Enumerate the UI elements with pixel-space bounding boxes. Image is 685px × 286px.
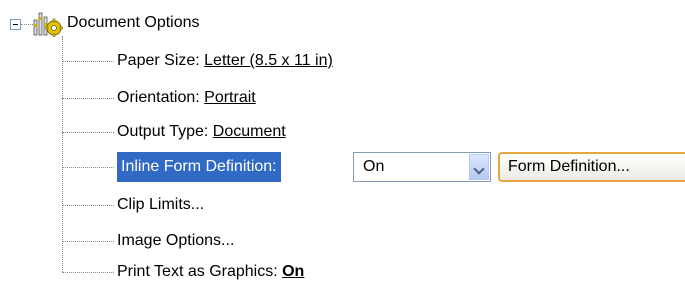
tree-connector (62, 167, 114, 168)
tree-connector (62, 132, 114, 133)
orientation-label: Orientation: (117, 89, 205, 106)
tree-vertical-line (62, 36, 63, 272)
tree-item-paper-size[interactable]: Paper Size: Letter (8.5 x 11 in) (117, 48, 333, 74)
collapse-toggle-icon[interactable] (10, 19, 21, 30)
tree-connector (62, 241, 114, 242)
tree-item-clip-limits[interactable]: Clip Limits... (117, 192, 204, 218)
tree-item-image-options[interactable]: Image Options... (117, 228, 234, 254)
tree-root-label[interactable]: Document Options (67, 12, 200, 34)
print-text-as-graphics-label: Print Text as Graphics: (117, 263, 283, 280)
print-text-as-graphics-value-link[interactable]: On (282, 263, 304, 280)
inline-form-definition-value: On (363, 158, 385, 175)
tree-connector (62, 205, 114, 206)
tree-connector (62, 272, 114, 273)
tree-item-output-type[interactable]: Output Type: Document (117, 119, 286, 145)
paper-size-value-link[interactable]: Letter (8.5 x 11 in) (204, 52, 333, 69)
tree-connector (62, 98, 114, 99)
tree-item-print-text-as-graphics[interactable]: Print Text as Graphics: On (117, 259, 304, 285)
tree-connector (21, 24, 33, 25)
document-options-tree: Document Options Paper Size: Letter (8.5… (0, 0, 685, 286)
paper-size-label: Paper Size: (117, 52, 205, 69)
inline-form-definition-select[interactable]: On (353, 152, 491, 182)
tree-connector (62, 61, 114, 62)
tree-item-orientation[interactable]: Orientation: Portrait (117, 85, 256, 111)
document-options-icon (33, 12, 63, 37)
tree-item-inline-form-definition[interactable]: Inline Form Definition: (117, 152, 281, 182)
chevron-down-icon[interactable] (469, 154, 489, 180)
output-type-value-link[interactable]: Document (213, 123, 286, 140)
form-definition-button[interactable]: Form Definition... (498, 152, 685, 182)
orientation-value-link[interactable]: Portrait (204, 89, 256, 106)
output-type-label: Output Type: (117, 123, 213, 140)
